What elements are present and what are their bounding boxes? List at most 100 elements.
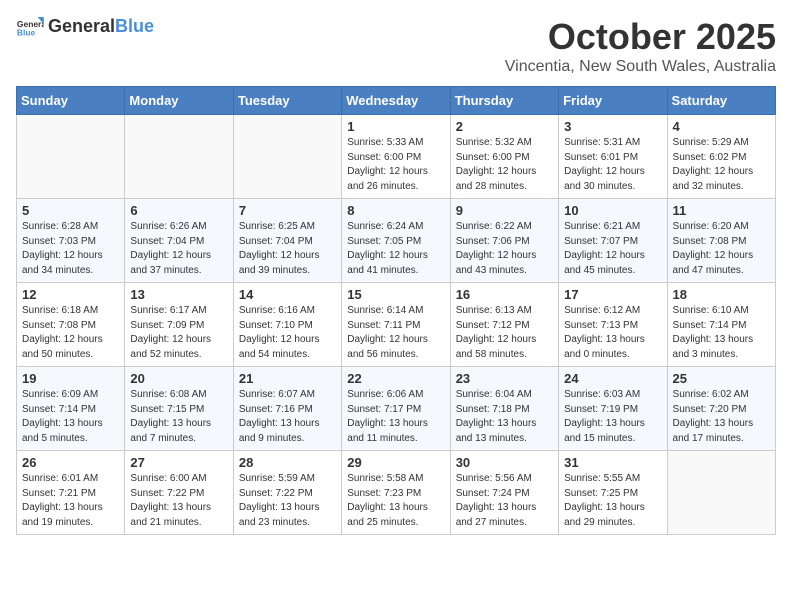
week-row-0: 1Sunrise: 5:33 AM Sunset: 6:00 PM Daylig…	[17, 115, 776, 199]
calendar-body: 1Sunrise: 5:33 AM Sunset: 6:00 PM Daylig…	[17, 115, 776, 535]
day-info: Sunrise: 6:10 AM Sunset: 7:14 PM Dayligh…	[673, 304, 770, 362]
calendar-cell: 17 Sunrise: 6:12 AM Sunset: 7:13 PM Dayli…	[559, 283, 667, 367]
calendar-cell: 30 Sunrise: 5:56 AM Sunset: 7:24 PM Dayli…	[450, 451, 558, 535]
day-number: 22	[347, 371, 444, 386]
weekday-header-saturday: Saturday	[667, 87, 775, 115]
day-info: Sunrise: 6:14 AM Sunset: 7:11 PM Dayligh…	[347, 304, 444, 362]
calendar-cell: 21 Sunrise: 6:07 AM Sunset: 7:16 PM Dayli…	[233, 367, 341, 451]
day-info: Sunrise: 6:20 AM Sunset: 7:08 PM Dayligh…	[673, 220, 770, 278]
day-number: 12	[22, 287, 119, 302]
day-number: 25	[673, 371, 770, 386]
calendar-cell: 4 Sunrise: 5:29 AM Sunset: 6:02 PM Daylig…	[667, 115, 775, 199]
day-number: 26	[22, 455, 119, 470]
calendar-cell: 6 Sunrise: 6:26 AM Sunset: 7:04 PM Daylig…	[125, 199, 233, 283]
day-info: Sunrise: 6:26 AM Sunset: 7:04 PM Dayligh…	[130, 220, 227, 278]
day-number: 19	[22, 371, 119, 386]
day-number: 20	[130, 371, 227, 386]
day-number: 23	[456, 371, 553, 386]
day-info: Sunrise: 5:55 AM Sunset: 7:25 PM Dayligh…	[564, 472, 661, 530]
calendar-cell: 8Sunrise: 6:24 AM Sunset: 7:05 PM Daylig…	[342, 199, 450, 283]
day-info: Sunrise: 5:31 AM Sunset: 6:01 PM Dayligh…	[564, 136, 661, 194]
week-row-1: 5Sunrise: 6:28 AM Sunset: 7:03 PM Daylig…	[17, 199, 776, 283]
calendar-cell: 1Sunrise: 5:33 AM Sunset: 6:00 PM Daylig…	[342, 115, 450, 199]
month-title: October 2025	[505, 16, 776, 58]
calendar-cell	[667, 451, 775, 535]
calendar-cell: 5Sunrise: 6:28 AM Sunset: 7:03 PM Daylig…	[17, 199, 125, 283]
calendar-cell: 11 Sunrise: 6:20 AM Sunset: 7:08 PM Dayli…	[667, 199, 775, 283]
logo: General Blue GeneralBlue	[16, 16, 154, 37]
day-number: 3	[564, 119, 661, 134]
weekday-header-sunday: Sunday	[17, 87, 125, 115]
calendar-cell: 2 Sunrise: 5:32 AM Sunset: 6:00 PM Daylig…	[450, 115, 558, 199]
day-info: Sunrise: 6:09 AM Sunset: 7:14 PM Dayligh…	[22, 388, 119, 446]
calendar-cell: 22 Sunrise: 6:06 AM Sunset: 7:17 PM Dayli…	[342, 367, 450, 451]
calendar-cell: 3 Sunrise: 5:31 AM Sunset: 6:01 PM Daylig…	[559, 115, 667, 199]
day-number: 6	[130, 203, 227, 218]
day-info: Sunrise: 6:24 AM Sunset: 7:05 PM Dayligh…	[347, 220, 444, 278]
day-info: Sunrise: 6:06 AM Sunset: 7:17 PM Dayligh…	[347, 388, 444, 446]
calendar-cell: 29Sunrise: 5:58 AM Sunset: 7:23 PM Dayli…	[342, 451, 450, 535]
day-number: 21	[239, 371, 336, 386]
day-number: 17	[564, 287, 661, 302]
day-number: 9	[456, 203, 553, 218]
day-info: Sunrise: 5:32 AM Sunset: 6:00 PM Dayligh…	[456, 136, 553, 194]
day-number: 16	[456, 287, 553, 302]
logo-text-general: General	[48, 16, 115, 37]
day-info: Sunrise: 6:03 AM Sunset: 7:19 PM Dayligh…	[564, 388, 661, 446]
logo-text-blue: Blue	[115, 16, 154, 37]
calendar-cell: 18Sunrise: 6:10 AM Sunset: 7:14 PM Dayli…	[667, 283, 775, 367]
week-row-4: 26 Sunrise: 6:01 AM Sunset: 7:21 PM Dayli…	[17, 451, 776, 535]
day-number: 30	[456, 455, 553, 470]
weekday-header-row: SundayMondayTuesdayWednesdayThursdayFrid…	[17, 87, 776, 115]
calendar-cell: 28 Sunrise: 5:59 AM Sunset: 7:22 PM Dayli…	[233, 451, 341, 535]
calendar-cell: 9 Sunrise: 6:22 AM Sunset: 7:06 PM Daylig…	[450, 199, 558, 283]
day-info: Sunrise: 6:18 AM Sunset: 7:08 PM Dayligh…	[22, 304, 119, 362]
day-number: 31	[564, 455, 661, 470]
weekday-header-friday: Friday	[559, 87, 667, 115]
page-header: General Blue GeneralBlue October 2025 Vi…	[16, 16, 776, 76]
svg-text:Blue: Blue	[17, 27, 36, 37]
day-number: 10	[564, 203, 661, 218]
day-info: Sunrise: 6:25 AM Sunset: 7:04 PM Dayligh…	[239, 220, 336, 278]
calendar-cell: 20 Sunrise: 6:08 AM Sunset: 7:15 PM Dayli…	[125, 367, 233, 451]
day-number: 28	[239, 455, 336, 470]
logo-icon: General Blue	[16, 17, 44, 37]
day-info: Sunrise: 5:59 AM Sunset: 7:22 PM Dayligh…	[239, 472, 336, 530]
calendar-cell: 27Sunrise: 6:00 AM Sunset: 7:22 PM Dayli…	[125, 451, 233, 535]
day-number: 11	[673, 203, 770, 218]
day-info: Sunrise: 6:07 AM Sunset: 7:16 PM Dayligh…	[239, 388, 336, 446]
day-info: Sunrise: 6:00 AM Sunset: 7:22 PM Dayligh…	[130, 472, 227, 530]
day-info: Sunrise: 5:58 AM Sunset: 7:23 PM Dayligh…	[347, 472, 444, 530]
day-number: 1	[347, 119, 444, 134]
calendar-cell: 26 Sunrise: 6:01 AM Sunset: 7:21 PM Dayli…	[17, 451, 125, 535]
calendar-table: SundayMondayTuesdayWednesdayThursdayFrid…	[16, 86, 776, 535]
day-info: Sunrise: 6:08 AM Sunset: 7:15 PM Dayligh…	[130, 388, 227, 446]
calendar-cell: 10Sunrise: 6:21 AM Sunset: 7:07 PM Dayli…	[559, 199, 667, 283]
calendar-cell: 7 Sunrise: 6:25 AM Sunset: 7:04 PM Daylig…	[233, 199, 341, 283]
day-info: Sunrise: 6:01 AM Sunset: 7:21 PM Dayligh…	[22, 472, 119, 530]
day-number: 14	[239, 287, 336, 302]
day-number: 2	[456, 119, 553, 134]
calendar-cell	[125, 115, 233, 199]
calendar-cell: 19 Sunrise: 6:09 AM Sunset: 7:14 PM Dayli…	[17, 367, 125, 451]
day-info: Sunrise: 6:16 AM Sunset: 7:10 PM Dayligh…	[239, 304, 336, 362]
day-number: 7	[239, 203, 336, 218]
week-row-3: 19 Sunrise: 6:09 AM Sunset: 7:14 PM Dayli…	[17, 367, 776, 451]
day-number: 4	[673, 119, 770, 134]
calendar-cell	[17, 115, 125, 199]
calendar-cell: 12 Sunrise: 6:18 AM Sunset: 7:08 PM Dayli…	[17, 283, 125, 367]
calendar-cell: 15Sunrise: 6:14 AM Sunset: 7:11 PM Dayli…	[342, 283, 450, 367]
day-number: 5	[22, 203, 119, 218]
day-info: Sunrise: 6:02 AM Sunset: 7:20 PM Dayligh…	[673, 388, 770, 446]
weekday-header-wednesday: Wednesday	[342, 87, 450, 115]
weekday-header-monday: Monday	[125, 87, 233, 115]
calendar-cell: 25 Sunrise: 6:02 AM Sunset: 7:20 PM Dayli…	[667, 367, 775, 451]
day-info: Sunrise: 6:12 AM Sunset: 7:13 PM Dayligh…	[564, 304, 661, 362]
calendar-cell: 16Sunrise: 6:13 AM Sunset: 7:12 PM Dayli…	[450, 283, 558, 367]
day-info: Sunrise: 5:56 AM Sunset: 7:24 PM Dayligh…	[456, 472, 553, 530]
day-info: Sunrise: 5:29 AM Sunset: 6:02 PM Dayligh…	[673, 136, 770, 194]
week-row-2: 12 Sunrise: 6:18 AM Sunset: 7:08 PM Dayli…	[17, 283, 776, 367]
calendar-cell: 24Sunrise: 6:03 AM Sunset: 7:19 PM Dayli…	[559, 367, 667, 451]
day-info: Sunrise: 6:17 AM Sunset: 7:09 PM Dayligh…	[130, 304, 227, 362]
day-info: Sunrise: 6:22 AM Sunset: 7:06 PM Dayligh…	[456, 220, 553, 278]
